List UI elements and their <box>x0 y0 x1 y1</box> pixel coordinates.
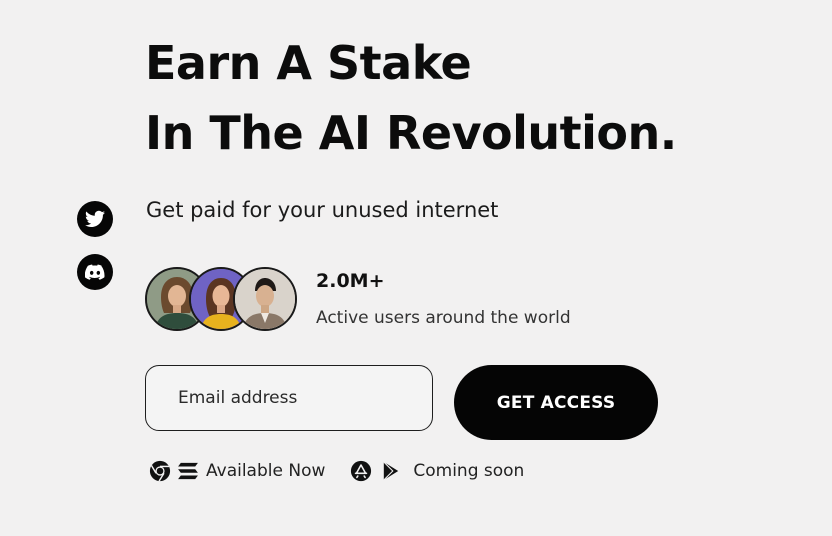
discord-icon <box>85 264 105 280</box>
available-now-label: Available Now <box>206 461 326 481</box>
coming-soon-label: Coming soon <box>413 461 525 481</box>
hero-headline: Earn A Stake In The AI Revolution. <box>145 28 677 168</box>
apple-app-store-icon[interactable] <box>349 459 373 483</box>
discord-link[interactable] <box>77 254 113 290</box>
google-play-icon[interactable] <box>379 459 403 483</box>
active-users-label: Active users around the world <box>316 308 571 328</box>
email-input[interactable] <box>145 365 433 431</box>
user-avatars <box>145 267 297 331</box>
avatar <box>233 267 297 331</box>
chrome-icon[interactable] <box>148 459 172 483</box>
active-users-count: 2.0M+ <box>316 270 385 292</box>
twitter-link[interactable] <box>77 201 113 237</box>
headline-line-1: Earn A Stake <box>145 36 472 90</box>
solana-icon[interactable] <box>176 459 200 483</box>
hero-tagline: Get paid for your unused internet <box>146 198 499 222</box>
platform-availability: Available Now Coming soon <box>148 457 524 485</box>
get-access-button[interactable]: GET ACCESS <box>454 365 658 440</box>
headline-line-2: In The AI Revolution. <box>145 106 677 160</box>
twitter-icon <box>85 210 105 227</box>
